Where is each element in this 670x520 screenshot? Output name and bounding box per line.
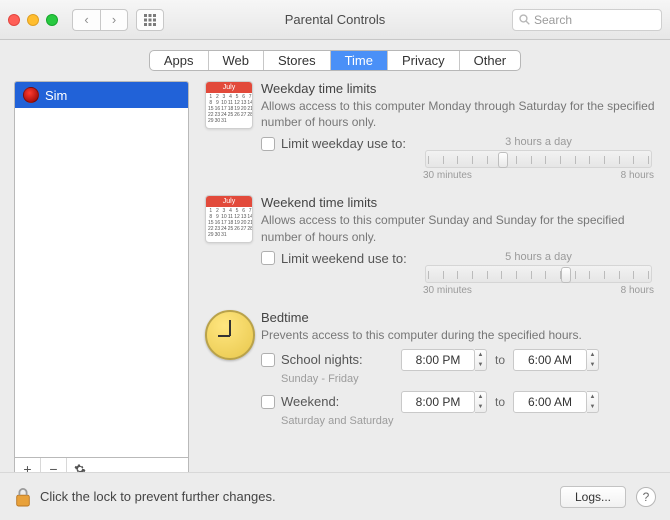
weekday-slider[interactable] bbox=[425, 150, 652, 168]
weekend-sub: Saturday and Saturday bbox=[281, 415, 656, 427]
tab-web[interactable]: Web bbox=[209, 51, 265, 70]
time-value[interactable]: 8:00 PM bbox=[401, 391, 475, 413]
user-row-sim[interactable]: Sim bbox=[15, 82, 188, 108]
maximize-icon[interactable] bbox=[46, 14, 58, 26]
tab-apps[interactable]: Apps bbox=[150, 51, 209, 70]
time-value[interactable]: 6:00 AM bbox=[513, 391, 587, 413]
logs-button[interactable]: Logs... bbox=[560, 486, 626, 508]
weekday-slider-max: 8 hours bbox=[621, 170, 654, 181]
stepper[interactable]: ▲▼ bbox=[587, 391, 599, 413]
user-list[interactable]: Sim bbox=[14, 81, 189, 458]
tab-stores[interactable]: Stores bbox=[264, 51, 331, 70]
bedtime-title: Bedtime bbox=[261, 310, 656, 325]
avatar bbox=[23, 87, 39, 103]
search-placeholder: Search bbox=[534, 13, 572, 27]
help-button[interactable]: ? bbox=[636, 487, 656, 507]
weekend-desc: Allows access to this computer Sunday an… bbox=[261, 212, 656, 244]
weekend-checkbox-label: Limit weekend use to: bbox=[281, 251, 407, 266]
close-icon[interactable] bbox=[8, 14, 20, 26]
calendar-icon: July 12345678910111213141516171819202122… bbox=[205, 81, 253, 129]
weekday-checkbox[interactable] bbox=[261, 137, 275, 151]
weekend-checkbox[interactable] bbox=[261, 251, 275, 265]
stepper[interactable]: ▲▼ bbox=[475, 349, 487, 371]
weekend-title: Weekend time limits bbox=[261, 195, 656, 210]
weekday-slider-caption: 3 hours a day bbox=[421, 136, 656, 148]
footer: Click the lock to prevent further change… bbox=[0, 472, 670, 520]
minimize-icon[interactable] bbox=[27, 14, 39, 26]
to-label: to bbox=[495, 395, 505, 409]
time-value[interactable]: 8:00 PM bbox=[401, 349, 475, 371]
tab-bar: Apps Web Stores Time Privacy Other bbox=[0, 50, 670, 71]
tab-privacy[interactable]: Privacy bbox=[388, 51, 460, 70]
stepper[interactable]: ▲▼ bbox=[587, 349, 599, 371]
nav-buttons: ‹ › bbox=[72, 9, 128, 31]
calendar-month: July bbox=[206, 196, 252, 207]
school-to-field[interactable]: 6:00 AM ▲▼ bbox=[513, 349, 599, 371]
calendar-month: July bbox=[206, 82, 252, 93]
user-name: Sim bbox=[45, 88, 67, 103]
forward-button[interactable]: › bbox=[100, 9, 128, 31]
weekday-desc: Allows access to this computer Monday th… bbox=[261, 98, 656, 130]
lock-text: Click the lock to prevent further change… bbox=[40, 489, 560, 504]
school-sub: Sunday - Friday bbox=[281, 373, 656, 385]
school-nights-checkbox[interactable] bbox=[261, 353, 275, 367]
school-nights-label: School nights: bbox=[281, 352, 363, 367]
weekend-slider[interactable] bbox=[425, 265, 652, 283]
stepper[interactable]: ▲▼ bbox=[475, 391, 487, 413]
slider-knob[interactable] bbox=[498, 152, 508, 168]
tab-time[interactable]: Time bbox=[331, 51, 388, 70]
back-button[interactable]: ‹ bbox=[72, 9, 100, 31]
weekend-slider-caption: 5 hours a day bbox=[421, 251, 656, 263]
weekend-to-field[interactable]: 6:00 AM ▲▼ bbox=[513, 391, 599, 413]
calendar-icon: July 12345678910111213141516171819202122… bbox=[205, 195, 253, 243]
show-all-button[interactable] bbox=[136, 9, 164, 31]
weekend-nights-label: Weekend: bbox=[281, 394, 339, 409]
time-value[interactable]: 6:00 AM bbox=[513, 349, 587, 371]
to-label: to bbox=[495, 353, 505, 367]
tab-other[interactable]: Other bbox=[460, 51, 521, 70]
lock-icon[interactable] bbox=[14, 486, 32, 508]
weekday-checkbox-label: Limit weekday use to: bbox=[281, 136, 406, 151]
search-icon bbox=[519, 14, 530, 25]
grid-icon bbox=[144, 14, 156, 26]
window-controls bbox=[8, 14, 58, 26]
weekday-title: Weekday time limits bbox=[261, 81, 656, 96]
weekday-section: July 12345678910111213141516171819202122… bbox=[205, 81, 656, 181]
weekend-from-field[interactable]: 8:00 PM ▲▼ bbox=[401, 391, 487, 413]
weekend-slider-min: 30 minutes bbox=[423, 285, 472, 296]
user-sidebar: Sim + − bbox=[14, 81, 189, 481]
weekend-nights-checkbox[interactable] bbox=[261, 395, 275, 409]
weekend-section: July 12345678910111213141516171819202122… bbox=[205, 195, 656, 295]
titlebar: ‹ › Parental Controls Search bbox=[0, 0, 670, 40]
school-from-field[interactable]: 8:00 PM ▲▼ bbox=[401, 349, 487, 371]
bedtime-section: Bedtime Prevents access to this computer… bbox=[205, 310, 656, 427]
clock-icon bbox=[205, 310, 255, 360]
search-input[interactable]: Search bbox=[512, 9, 662, 31]
weekday-slider-min: 30 minutes bbox=[423, 170, 472, 181]
slider-knob[interactable] bbox=[561, 267, 571, 283]
weekend-slider-max: 8 hours bbox=[621, 285, 654, 296]
bedtime-desc: Prevents access to this computer during … bbox=[261, 327, 656, 343]
